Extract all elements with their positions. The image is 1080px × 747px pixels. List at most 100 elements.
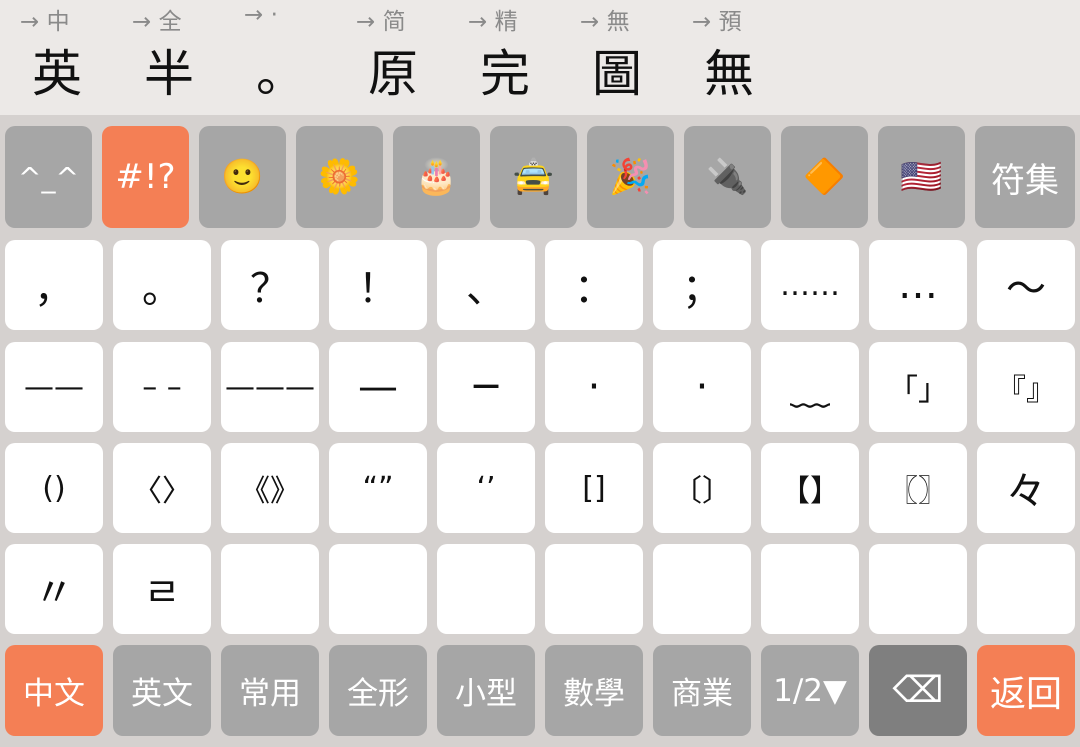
category-label: 🎉	[609, 157, 652, 197]
mode-toggle-prediction[interactable]: → 預 無	[672, 0, 784, 115]
category-nature-emoji[interactable]: 🌼	[296, 126, 383, 228]
return-key[interactable]: 返回	[977, 645, 1075, 736]
symbol-key[interactable]: ——	[5, 342, 103, 432]
category-label: 🎂	[415, 157, 458, 197]
chinese-key[interactable]: 中文	[5, 645, 103, 736]
mode-label: 無	[704, 45, 754, 103]
small-label: 小型	[455, 676, 517, 712]
symbol-label: ·	[695, 364, 709, 410]
category-objects-emoji[interactable]: 🔌	[684, 126, 771, 228]
symbol-key[interactable]: —	[329, 342, 427, 432]
category-label: 🙂	[221, 157, 264, 197]
symbol-key[interactable]	[221, 544, 319, 634]
mode-label: 原	[368, 45, 418, 103]
symbol-key[interactable]: – –	[113, 342, 211, 432]
symbol-key[interactable]: ﹏	[761, 342, 859, 432]
symbol-label: 。	[142, 266, 182, 312]
symbol-key[interactable]: 々	[977, 443, 1075, 533]
symbol-key[interactable]: ；	[653, 240, 751, 330]
symbol-label: ﹏	[790, 368, 830, 414]
category-kaomoji[interactable]: ^_^	[5, 126, 92, 228]
symbol-label: 〃	[34, 570, 74, 616]
symbol-key[interactable]: 「」	[869, 342, 967, 432]
mode-toggle-punctuation[interactable]: → · 。	[224, 0, 336, 115]
symbol-key[interactable]: ？	[221, 240, 319, 330]
category-travel-emoji[interactable]: 🚖	[490, 126, 577, 228]
symbol-key[interactable]	[869, 544, 967, 634]
category-smiley-emoji[interactable]: 🙂	[199, 126, 286, 228]
symbol-label: …	[898, 262, 938, 308]
fullwidth-key[interactable]: 全形	[329, 645, 427, 736]
symbol-key[interactable]: []	[545, 443, 643, 533]
symbol-key[interactable]: ()	[5, 443, 103, 533]
category-label: 符集	[991, 160, 1059, 201]
symbol-label: ；	[682, 266, 722, 312]
page-label: 1/2▼	[773, 672, 847, 709]
symbol-label: 「」	[888, 373, 948, 408]
mode-label: 完	[480, 45, 530, 103]
page-key[interactable]: 1/2▼	[761, 645, 859, 736]
symbol-label: ……	[780, 267, 840, 303]
symbol-key[interactable]: 〖〗	[869, 443, 967, 533]
symbol-key[interactable]: 【】	[761, 443, 859, 533]
symbol-key[interactable]: ———	[221, 342, 319, 432]
common-label: 常用	[239, 676, 301, 712]
business-key[interactable]: 商業	[653, 645, 751, 736]
symbol-key[interactable]: 、	[437, 240, 535, 330]
mode-hint: → 無	[580, 9, 630, 35]
fullwidth-label: 全形	[347, 676, 409, 712]
mode-toggle-precision[interactable]: → 精 完	[448, 0, 560, 115]
symbol-key[interactable]	[437, 544, 535, 634]
mode-hint: → 全	[132, 9, 182, 35]
symbol-key[interactable]	[329, 544, 427, 634]
math-key[interactable]: 數學	[545, 645, 643, 736]
category-charset[interactable]: 符集	[975, 126, 1075, 228]
symbol-key[interactable]: ～	[977, 240, 1075, 330]
symbol-key[interactable]: ！	[329, 240, 427, 330]
symbol-key[interactable]: 〔〕	[653, 443, 751, 533]
small-key[interactable]: 小型	[437, 645, 535, 736]
category-flags-emoji[interactable]: 🇺🇸	[878, 126, 965, 228]
category-symbols[interactable]: #!?	[102, 126, 189, 228]
symbol-key[interactable]: 《》	[221, 443, 319, 533]
mode-toggle-language[interactable]: → 中 英	[0, 0, 112, 115]
symbol-key[interactable]: ·	[653, 342, 751, 432]
symbol-label: ()	[42, 470, 66, 506]
symbol-key[interactable]: 。	[113, 240, 211, 330]
category-symbols-emoji[interactable]: 🔶	[781, 126, 868, 228]
english-label: 英文	[131, 676, 193, 712]
symbol-key[interactable]: ─	[437, 342, 535, 432]
mode-label: 圖	[592, 45, 642, 103]
symbol-key[interactable]: 『』	[977, 342, 1075, 432]
mode-label: 英	[32, 45, 82, 103]
backspace-key[interactable]: ⌫	[869, 645, 967, 736]
symbol-key[interactable]	[977, 544, 1075, 634]
symbol-key[interactable]: “”	[329, 443, 427, 533]
symbol-label: 、	[466, 266, 506, 312]
symbol-key[interactable]: ，	[5, 240, 103, 330]
symbol-key[interactable]	[761, 544, 859, 634]
category-activity-emoji[interactable]: 🎉	[587, 126, 674, 228]
symbol-key[interactable]: ‘’	[437, 443, 535, 533]
mode-toggle-script[interactable]: → 简 原	[336, 0, 448, 115]
category-label: #!?	[115, 157, 176, 197]
mode-toggle-width[interactable]: → 全 半	[112, 0, 224, 115]
symbol-key[interactable]	[545, 544, 643, 634]
symbol-key[interactable]: 〈〉	[113, 443, 211, 533]
symbol-label: 々	[1006, 469, 1046, 515]
category-food-emoji[interactable]: 🎂	[393, 126, 480, 228]
symbol-label: 〖〗	[888, 474, 948, 509]
symbol-key[interactable]: 〃	[5, 544, 103, 634]
symbol-key[interactable]: ㄹ	[113, 544, 211, 634]
symbol-label: ～	[1006, 266, 1046, 312]
common-key[interactable]: 常用	[221, 645, 319, 736]
symbol-key[interactable]: ……	[761, 240, 859, 330]
symbol-label: ─	[473, 364, 499, 410]
symbol-label: 【】	[780, 474, 840, 509]
symbol-key[interactable]	[653, 544, 751, 634]
symbol-key[interactable]: …	[869, 240, 967, 330]
symbol-key[interactable]: ：	[545, 240, 643, 330]
symbol-key[interactable]: ·	[545, 342, 643, 432]
mode-toggle-image[interactable]: → 無 圖	[560, 0, 672, 115]
english-key[interactable]: 英文	[113, 645, 211, 736]
